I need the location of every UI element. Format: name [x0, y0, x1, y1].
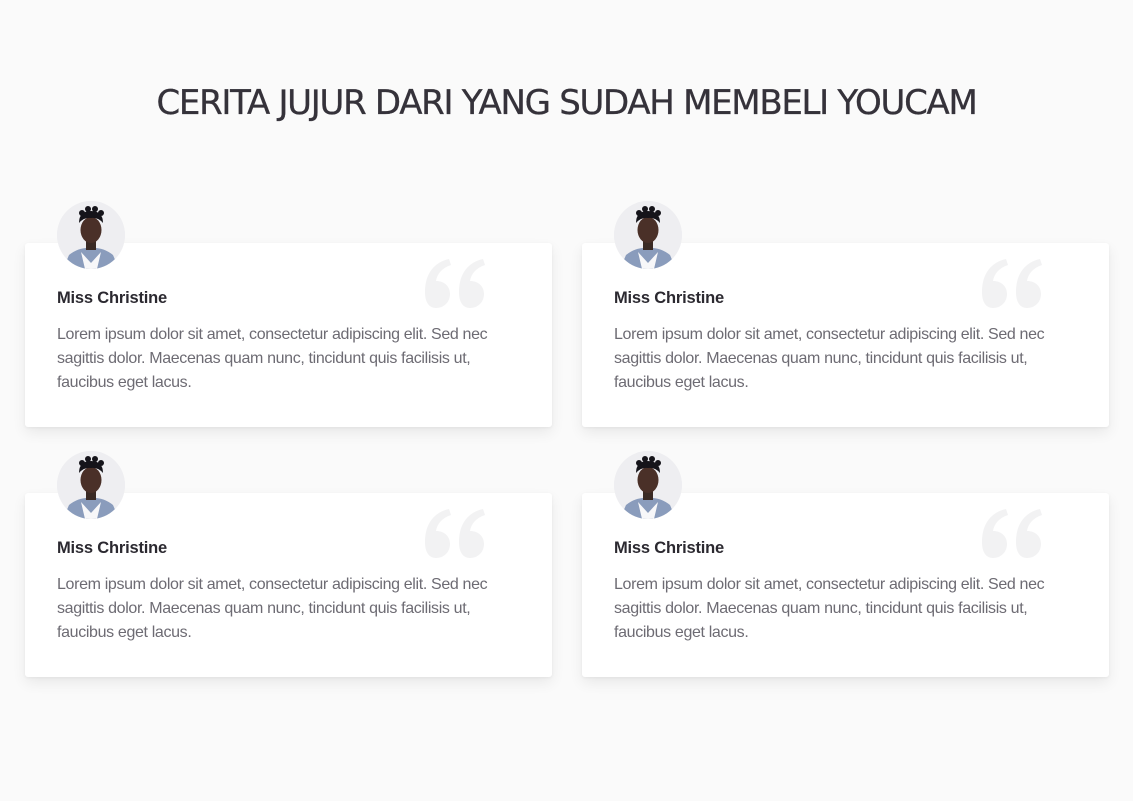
avatar [57, 451, 125, 519]
testimonial-name: Miss Christine [57, 539, 167, 557]
avatar [57, 201, 125, 269]
testimonial-card: Miss Christine Lorem ipsum dolor sit ame… [25, 451, 552, 677]
testimonial-name: Miss Christine [614, 289, 724, 307]
quote-icon [982, 259, 1042, 308]
testimonial-text: Lorem ipsum dolor sit amet, consectetur … [57, 326, 488, 391]
avatar [614, 451, 682, 519]
testimonial-card: Miss Christine Lorem ipsum dolor sit ame… [582, 201, 1109, 427]
section-title: CERITA JUJUR DARI YANG SUDAH MEMBELI YOU… [156, 83, 978, 123]
testimonial-name: Miss Christine [614, 539, 724, 557]
quote-icon [982, 509, 1042, 558]
testimonial-text: Lorem ipsum dolor sit amet, consectetur … [57, 576, 488, 641]
testimonial-name: Miss Christine [57, 289, 167, 307]
testimonial-card: Miss Christine Lorem ipsum dolor sit ame… [25, 201, 552, 427]
quote-icon [425, 509, 485, 558]
testimonial-text: Lorem ipsum dolor sit amet, consectetur … [614, 576, 1045, 641]
quote-icon [425, 259, 485, 308]
testimonial-text: Lorem ipsum dolor sit amet, consectetur … [614, 326, 1045, 391]
testimonial-card: Miss Christine Lorem ipsum dolor sit ame… [582, 451, 1109, 677]
avatar [614, 201, 682, 269]
